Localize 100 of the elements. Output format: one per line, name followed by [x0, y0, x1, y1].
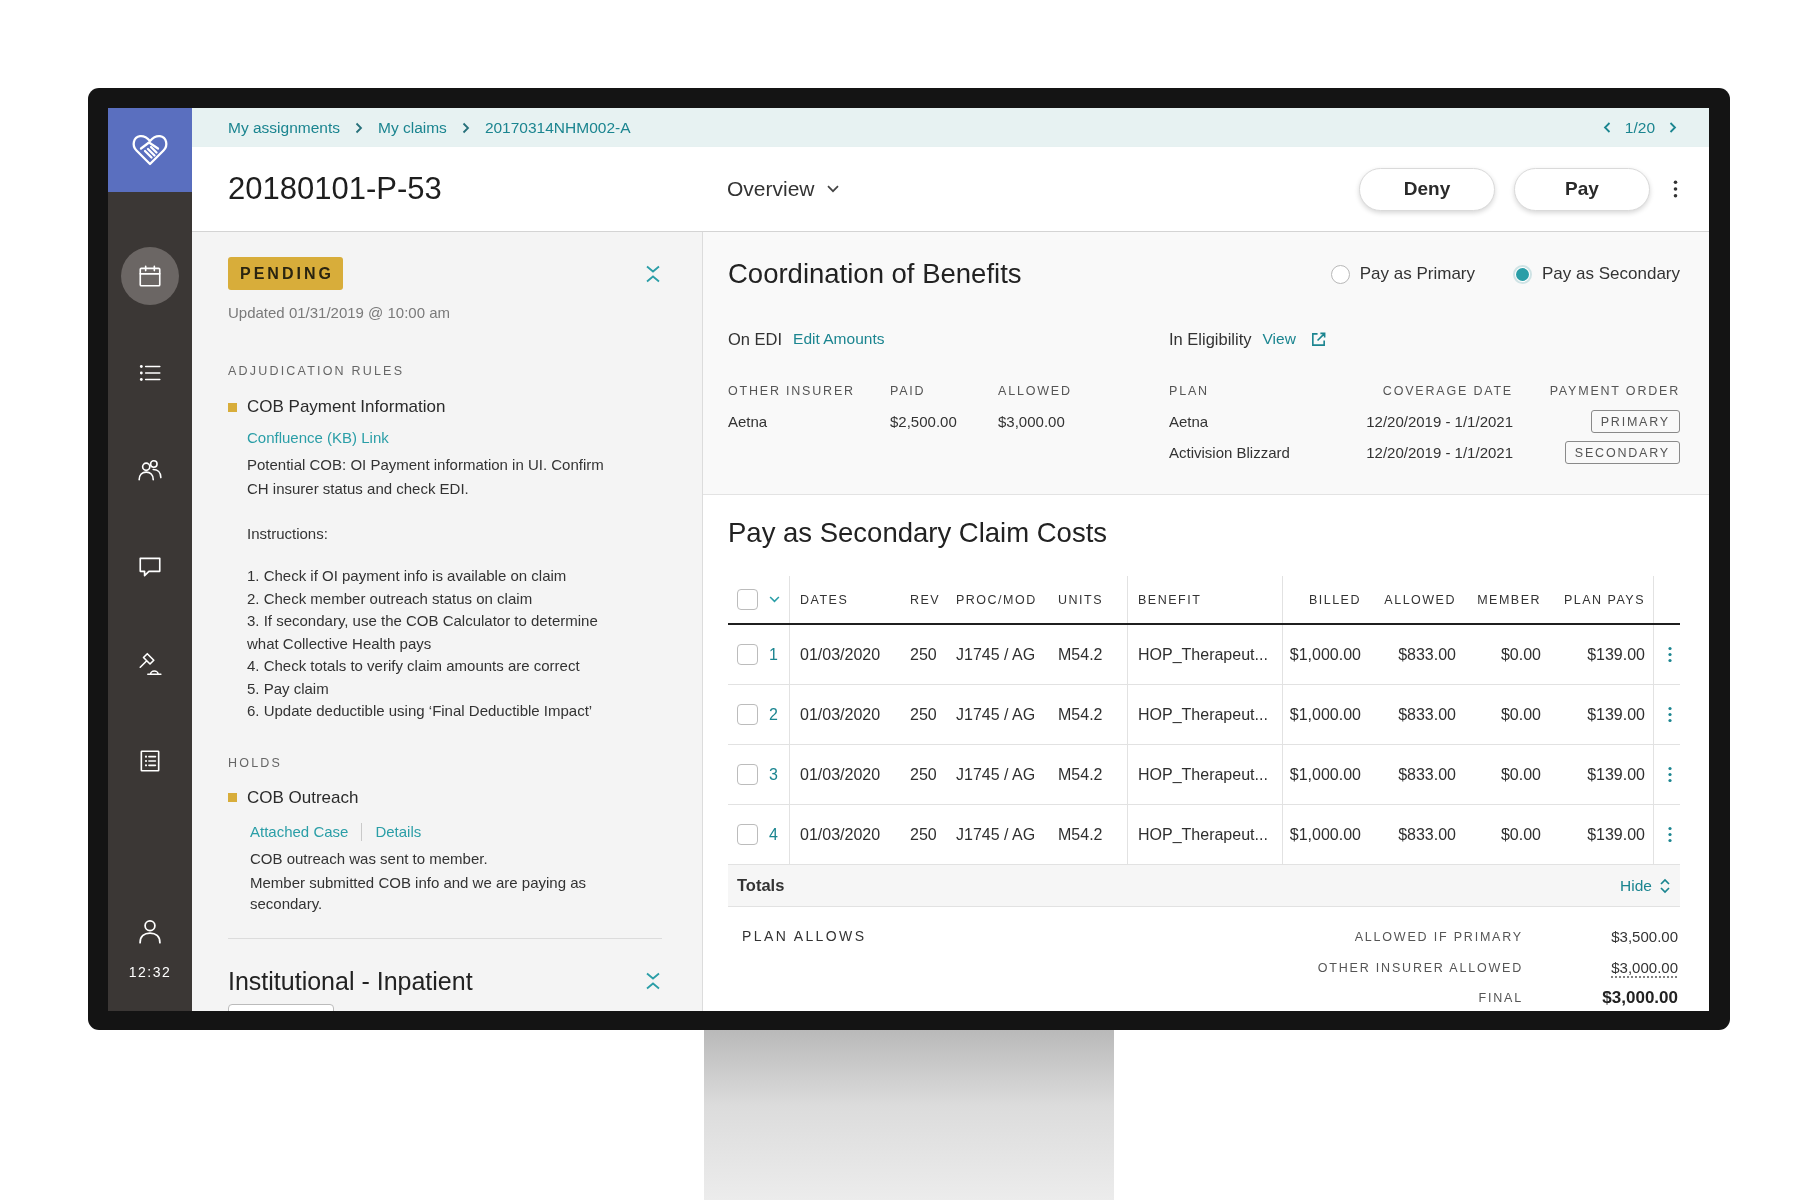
row-actions-icon[interactable] — [1668, 646, 1672, 663]
table-cell: M54.2 — [1048, 685, 1128, 744]
table-cell-text: $1,000.00 — [1288, 764, 1362, 785]
table-cell-text: $833.00 — [1397, 704, 1457, 725]
rule-title: COB Payment Information — [247, 396, 446, 418]
breadcrumb-link[interactable]: My claims — [378, 118, 447, 137]
payment-option-radio[interactable]: Pay as Primary — [1330, 264, 1476, 284]
row-checkbox[interactable] — [737, 704, 758, 725]
column-header: COVERAGE DATE — [1382, 383, 1513, 399]
table-cell-text: J1745 / AG — [955, 704, 1037, 725]
section-title: Pay as Secondary Claim Costs — [728, 517, 1108, 549]
table-cell-text: J1745 / AG — [955, 764, 1037, 785]
table-cell-text: J1745 / AG — [955, 824, 1037, 845]
user-icon[interactable] — [136, 917, 164, 945]
table-cell: HOP_Therapeut... — [1128, 685, 1283, 744]
column-header: PAYMENT ORDER — [1549, 383, 1680, 399]
table-cell-text: 01/03/2020 — [799, 644, 882, 665]
chevron-right-icon — [355, 121, 363, 134]
section-heading: ADJUDICATION RULES — [228, 363, 406, 379]
payment-order-tag: SECONDARY — [1564, 441, 1680, 464]
table-cell: $139.00 — [1549, 805, 1654, 864]
column-header: PLAN PAYS — [1549, 576, 1654, 623]
table-cell-text: Activision Blizzard — [1169, 442, 1291, 463]
row-checkbox[interactable] — [737, 764, 758, 785]
line-number-link[interactable]: 1 — [769, 645, 778, 664]
clock-time: 12:32 — [128, 963, 172, 982]
table-cell: 12/20/2019 - 1/1/2021 — [1366, 442, 1513, 463]
table-cell: 12/20/2019 - 1/1/2021 — [1366, 411, 1513, 432]
table-cell: M54.2 — [1048, 625, 1128, 684]
caret-down-icon[interactable] — [769, 596, 780, 603]
table-cell-text: $833.00 — [1397, 764, 1457, 785]
view-link[interactable]: View — [1262, 330, 1296, 348]
hide-totals-button[interactable]: Hide — [1620, 876, 1670, 895]
hold-note: COB outreach was sent to member. — [250, 848, 489, 869]
action-button[interactable]: Deny — [1359, 167, 1495, 211]
status-badge: PENDING — [228, 257, 343, 290]
next-page-icon[interactable] — [1669, 121, 1677, 134]
instruction-step: 4. Check totals to verify claim amounts are correct — [247, 655, 619, 678]
hold-link[interactable]: Details — [375, 820, 422, 843]
previous-page-icon[interactable] — [1602, 121, 1611, 134]
source-label: In Eligibility — [1169, 329, 1252, 349]
collapse-icon[interactable] — [646, 264, 660, 283]
table-cell-text: $0.00 — [1499, 704, 1542, 725]
line-number-link[interactable]: 3 — [769, 765, 778, 784]
instruction-step: 5. Pay claim — [247, 677, 619, 700]
totals-label: Totals — [737, 876, 785, 895]
section-heading: HOLDS — [228, 754, 284, 771]
line-number-link[interactable]: 4 — [769, 825, 778, 844]
hold-link[interactable]: Attached Case — [250, 820, 349, 843]
column-header: PAID — [890, 383, 927, 399]
table-cell-text: $1,000.00 — [1288, 644, 1362, 665]
table-cell-text: $833.00 — [1397, 644, 1457, 665]
instruction-step: 3. If secondary, use the COB Calculator to determine what Collective Health pays — [247, 610, 619, 655]
calendar-icon — [137, 263, 163, 289]
collapse-icon[interactable] — [646, 971, 660, 990]
payment-option-radio[interactable]: Pay as Secondary — [1513, 264, 1680, 284]
row-checkbox[interactable] — [737, 824, 758, 845]
table-cell: HOP_Therapeut... — [1128, 805, 1283, 864]
select-all-checkbox[interactable] — [737, 589, 758, 610]
gavel-icon — [137, 651, 163, 677]
chevron-right-icon — [461, 121, 470, 134]
table-cell-text: $0.00 — [1499, 764, 1542, 785]
kb-link[interactable]: Confluence (KB) Link — [247, 427, 389, 449]
action-button[interactable]: Pay — [1514, 167, 1650, 211]
plan-allows-heading: PLAN ALLOWS — [742, 927, 867, 946]
column-header: DATES — [799, 591, 850, 609]
logo-tile[interactable] — [108, 108, 192, 192]
table-cell: $139.00 — [1549, 685, 1654, 744]
breadcrumb-link[interactable]: 20170314NHM002-A — [484, 118, 631, 137]
breadcrumb-link[interactable]: My assignments — [228, 118, 340, 137]
table-cell: $139.00 — [1549, 625, 1654, 684]
row-actions-icon[interactable] — [1668, 706, 1672, 723]
column-header: OTHER INSURER — [728, 383, 856, 399]
line-number-link[interactable]: 2 — [769, 705, 778, 724]
edit-amounts-link[interactable]: Edit Amounts — [793, 330, 885, 348]
table-cell-text: Aetna — [1169, 411, 1210, 432]
table-cell-text: $3,000.00 — [998, 411, 1066, 432]
table-cell-text: 01/03/2020 — [799, 764, 882, 785]
hold-note: Member submitted COB info and we are paying as secondary. — [250, 872, 587, 914]
people-icon — [137, 457, 163, 483]
column-header: PROC/MOD — [955, 591, 1038, 609]
column-header: BENEFIT — [1128, 576, 1283, 623]
table-cell-text: Aetna — [728, 411, 769, 432]
column-header: REV — [909, 591, 942, 609]
table-cell-text: $833.00 — [1397, 824, 1457, 845]
table-cell-text: 01/03/2020 — [799, 704, 882, 725]
row-actions-icon[interactable] — [1668, 766, 1672, 783]
row-actions-icon[interactable] — [1668, 826, 1672, 843]
bullet-square-icon — [228, 793, 237, 802]
table-cell-text: 250 — [909, 764, 938, 785]
claim-id-title: 20180101-P-53 — [228, 171, 443, 207]
table-cell-text: $1,000.00 — [1288, 704, 1362, 725]
page-counter: 1/20 — [1624, 118, 1655, 137]
column-header: PLAN — [1169, 383, 1210, 399]
row-checkbox[interactable] — [737, 644, 758, 665]
more-options-icon[interactable] — [1673, 180, 1678, 198]
view-dropdown[interactable]: Overview — [727, 177, 839, 201]
caret-down-icon — [826, 185, 839, 193]
external-link-icon[interactable] — [1309, 330, 1327, 348]
table-cell: HOP_Therapeut... — [1128, 745, 1283, 804]
